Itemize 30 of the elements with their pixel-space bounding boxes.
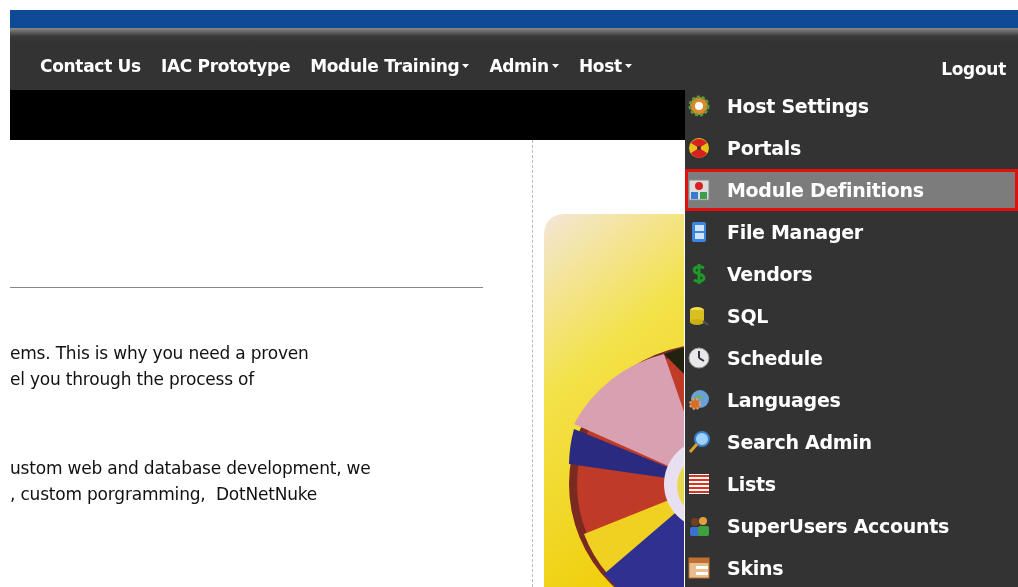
list-icon (688, 473, 710, 495)
menu-item[interactable]: Languages (685, 379, 1018, 421)
nav-link[interactable]: Host (568, 56, 642, 76)
clock-icon (688, 347, 710, 369)
skin-icon (688, 557, 710, 579)
nav-link[interactable]: Module Training (300, 56, 480, 76)
gear-icon (688, 95, 710, 117)
database-icon (688, 305, 710, 327)
modules-icon (688, 179, 710, 201)
menu-item[interactable]: Module Definitions (685, 169, 1018, 211)
globe-gear-icon (688, 389, 710, 411)
menu-item[interactable]: Lists (685, 463, 1018, 505)
radiation-icon (688, 137, 710, 159)
menu-item[interactable]: Skins (685, 547, 1018, 587)
nav-link[interactable]: Admin (479, 56, 569, 76)
nav-link[interactable]: Contact Us (30, 56, 151, 76)
nav-link[interactable]: IAC Prototype (150, 56, 301, 76)
users-icon (688, 515, 710, 537)
menu-item[interactable]: Portals (685, 127, 1018, 169)
menu-item[interactable]: Vendors (685, 253, 1018, 295)
menu-item[interactable]: Search Admin (685, 421, 1018, 463)
menu-item[interactable]: Schedule (685, 337, 1018, 379)
paragraph-text: ustom web and database development, we , custom porgramming, DotNetNuke (10, 457, 372, 506)
menu-item[interactable]: SQL (685, 295, 1018, 337)
logout-link[interactable]: Logout (937, 53, 1010, 79)
menu-item[interactable]: File Manager (685, 211, 1018, 253)
paragraph-text: ems. This is why you need a proven el you through the process of (10, 342, 310, 391)
menu-item[interactable]: Host Settings (685, 85, 1018, 127)
menu-item[interactable]: SuperUsers Accounts (685, 505, 1018, 547)
search-icon (688, 431, 710, 453)
